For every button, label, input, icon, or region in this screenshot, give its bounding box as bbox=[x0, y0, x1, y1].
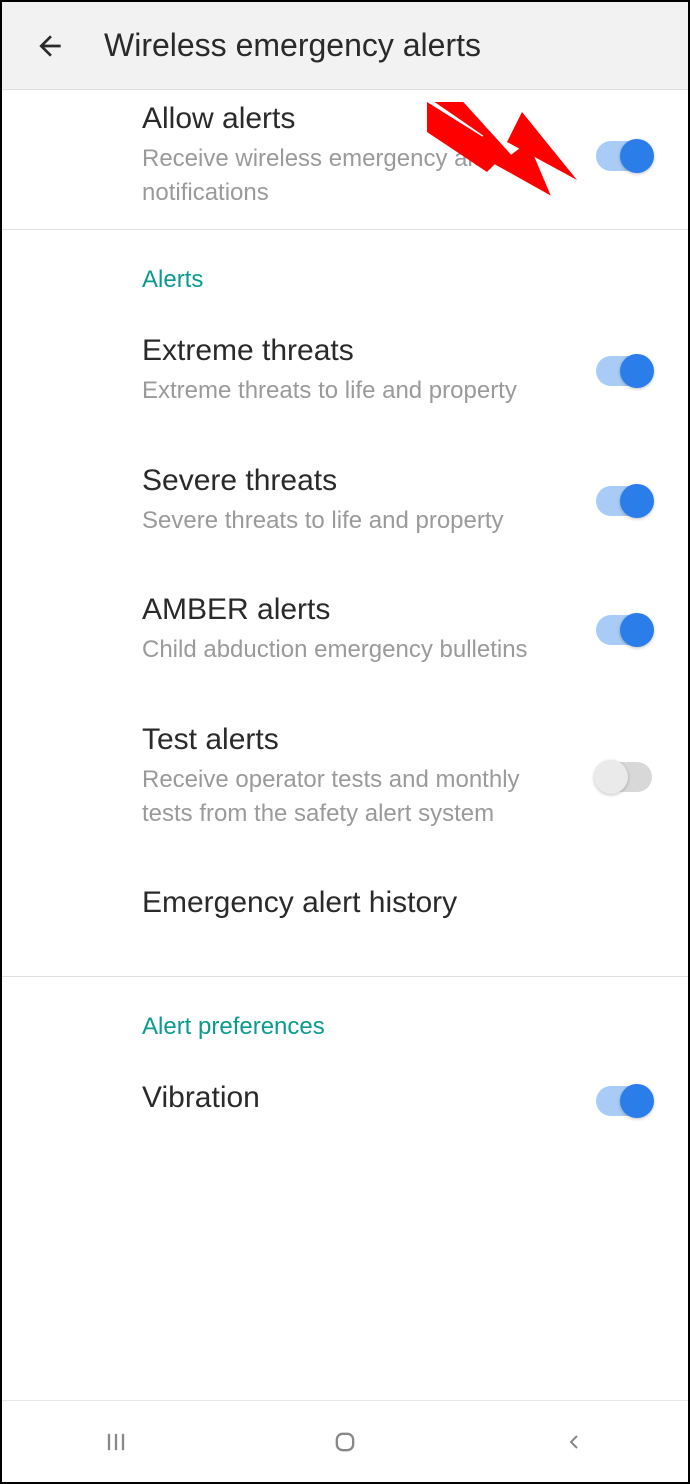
recents-icon bbox=[102, 1428, 130, 1456]
test-alerts-item[interactable]: Test alerts Receive operator tests and m… bbox=[2, 695, 688, 858]
emergency-history-title: Emergency alert history bbox=[142, 886, 632, 920]
alerts-section-header: Alerts bbox=[2, 230, 688, 306]
extreme-threats-text: Extreme threats Extreme threats to life … bbox=[142, 334, 596, 408]
home-button[interactable] bbox=[325, 1422, 365, 1462]
severe-threats-desc: Severe threats to life and property bbox=[142, 504, 576, 538]
vibration-text: Vibration bbox=[142, 1081, 596, 1121]
emergency-history-item[interactable]: Emergency alert history bbox=[2, 858, 688, 976]
chevron-left-icon bbox=[562, 1430, 586, 1454]
test-alerts-toggle[interactable] bbox=[596, 762, 652, 792]
toggle-knob bbox=[620, 484, 654, 518]
back-button[interactable] bbox=[32, 28, 68, 64]
extreme-threats-item[interactable]: Extreme threats Extreme threats to life … bbox=[2, 306, 688, 436]
nav-back-button[interactable] bbox=[554, 1422, 594, 1462]
toggle-knob bbox=[620, 139, 654, 173]
page-title: Wireless emergency alerts bbox=[104, 27, 481, 64]
app-header: Wireless emergency alerts bbox=[2, 2, 688, 90]
home-icon bbox=[331, 1428, 359, 1456]
toggle-knob bbox=[620, 1084, 654, 1118]
vibration-item[interactable]: Vibration bbox=[2, 1053, 688, 1149]
extreme-threats-toggle[interactable] bbox=[596, 356, 652, 386]
toggle-knob bbox=[620, 354, 654, 388]
test-alerts-title: Test alerts bbox=[142, 723, 576, 757]
amber-alerts-desc: Child abduction emergency bulletins bbox=[142, 633, 576, 667]
arrow-left-icon bbox=[34, 30, 66, 62]
allow-alerts-toggle[interactable] bbox=[596, 141, 652, 171]
severe-threats-item[interactable]: Severe threats Severe threats to life an… bbox=[2, 436, 688, 566]
toggle-knob bbox=[594, 760, 628, 794]
amber-alerts-toggle[interactable] bbox=[596, 615, 652, 645]
severe-threats-title: Severe threats bbox=[142, 464, 576, 498]
vibration-title: Vibration bbox=[142, 1081, 576, 1115]
allow-alerts-item[interactable]: Allow alerts Receive wireless emergency … bbox=[2, 90, 688, 229]
vibration-toggle[interactable] bbox=[596, 1086, 652, 1116]
allow-alerts-desc: Receive wireless emergency alert notific… bbox=[142, 142, 576, 209]
severe-threats-toggle[interactable] bbox=[596, 486, 652, 516]
amber-alerts-text: AMBER alerts Child abduction emergency b… bbox=[142, 593, 596, 667]
allow-alerts-text: Allow alerts Receive wireless emergency … bbox=[142, 102, 596, 209]
allow-alerts-title: Allow alerts bbox=[142, 102, 576, 136]
recents-button[interactable] bbox=[96, 1422, 136, 1462]
navigation-bar bbox=[2, 1400, 688, 1482]
amber-alerts-item[interactable]: AMBER alerts Child abduction emergency b… bbox=[2, 565, 688, 695]
preferences-section-header: Alert preferences bbox=[2, 977, 688, 1053]
test-alerts-desc: Receive operator tests and monthly tests… bbox=[142, 763, 576, 830]
emergency-history-text: Emergency alert history bbox=[142, 886, 652, 926]
toggle-knob bbox=[620, 613, 654, 647]
extreme-threats-title: Extreme threats bbox=[142, 334, 576, 368]
amber-alerts-title: AMBER alerts bbox=[142, 593, 576, 627]
extreme-threats-desc: Extreme threats to life and property bbox=[142, 374, 576, 408]
severe-threats-text: Severe threats Severe threats to life an… bbox=[142, 464, 596, 538]
test-alerts-text: Test alerts Receive operator tests and m… bbox=[142, 723, 596, 830]
